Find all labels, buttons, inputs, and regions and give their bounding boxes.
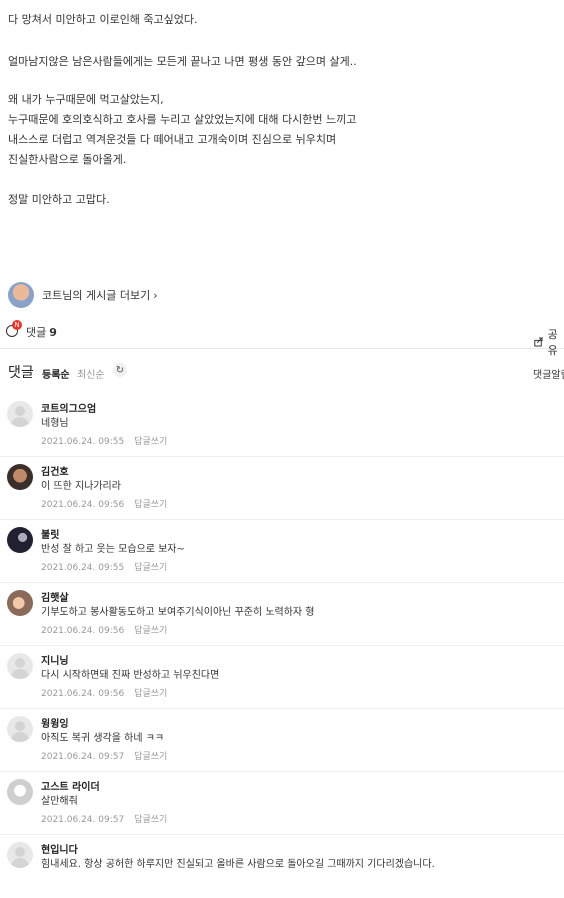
- comment-author[interactable]: 고스트 라이더: [41, 778, 100, 793]
- comment-date: 2021.06.24. 09:55: [41, 563, 125, 573]
- reply-button[interactable]: 답글쓰기: [134, 815, 167, 825]
- comment-text: 네형님: [41, 418, 69, 429]
- comment-date: 2021.06.24. 09:57: [41, 815, 125, 825]
- avatar[interactable]: [7, 716, 33, 742]
- comment-item: 김건호 이 뜨한 지나가리라 2021.06.24. 09:56 답글쓰기: [0, 457, 564, 520]
- post-line: 진실한사람으로 돌아올게.: [8, 153, 127, 166]
- comment-item: 지니닝 다시 시작하면돼 진짜 반성하고 뉘우친다면 2021.06.24. 0…: [0, 646, 564, 709]
- sort-registered-tab[interactable]: 등록순: [42, 366, 70, 381]
- post-line: 내스스로 더럽고 역겨운것들 다 떼어내고 고개숙이며 진심으로 뉘우치며: [8, 133, 337, 146]
- chevron-right-icon: ›: [153, 288, 158, 302]
- reply-button[interactable]: 답글쓰기: [134, 563, 167, 573]
- avatar[interactable]: [7, 464, 33, 490]
- comment-author[interactable]: 김햇살: [41, 589, 69, 604]
- author-more-label: 코트님의 게시글 더보기: [42, 289, 151, 302]
- avatar[interactable]: [7, 590, 33, 616]
- new-badge: N: [12, 320, 22, 330]
- post-line: 누구때문에 호의호식하고 호사를 누리고 살았었는지에 대해 다시한번 느끼고: [8, 113, 357, 126]
- reply-button[interactable]: 답글쓰기: [134, 437, 167, 447]
- post-line: 얼마남지않은 남은사람들에게는 모든게 끝나고 나면 평생 동안 갚으며 살게.…: [8, 55, 357, 68]
- sort-latest-tab[interactable]: 최신순: [77, 366, 105, 381]
- comments-header: 댓글 등록순 최신순 ↻ 댓글알림: [0, 360, 564, 382]
- comment-text: 이 뜨한 지나가리라: [41, 481, 121, 492]
- comment-text: 아직도 복귀 생각을 하네 ㅋㅋ: [41, 733, 165, 744]
- avatar[interactable]: [7, 527, 33, 553]
- comment-date: 2021.06.24. 09:56: [41, 626, 125, 636]
- comment-item: 김햇살 기부도하고 봉사활동도하고 보여주기식이아닌 꾸준히 노력하자 형 20…: [0, 583, 564, 646]
- avatar[interactable]: [7, 653, 33, 679]
- comment-icon: N: [6, 320, 22, 339]
- comment-author[interactable]: 현입니다: [41, 841, 78, 856]
- avatar[interactable]: [7, 842, 33, 868]
- avatar[interactable]: [7, 401, 33, 427]
- share-icon: [534, 337, 543, 347]
- comment-author[interactable]: 코트의그으엄: [41, 400, 96, 415]
- avatar[interactable]: [7, 779, 33, 805]
- author-more-link[interactable]: 코트님의 게시글 더보기 ›: [8, 282, 158, 308]
- post-actions: N 댓글 9 공유: [0, 318, 564, 357]
- comments-title: 댓글: [8, 365, 34, 381]
- comment-author[interactable]: 윙윙잉: [41, 715, 69, 730]
- comment-text: 힘내세요. 항상 공허한 하루지만 진실되고 올바른 사람으로 돌아오길 그때까…: [41, 859, 435, 870]
- post-line: 왜 내가 누구때문에 먹고살았는지,: [8, 93, 164, 106]
- comment-text: 반성 잘 하고 웃는 모습으로 보자~: [41, 544, 185, 555]
- comment-author[interactable]: 불릿: [41, 526, 59, 541]
- comment-author[interactable]: 지니닝: [41, 652, 69, 667]
- comment-item: 현입니다 힘내세요. 항상 공허한 하루지만 진실되고 올바른 사람으로 돌아오…: [0, 835, 564, 898]
- refresh-icon[interactable]: ↻: [113, 363, 127, 377]
- comment-item: 불릿 반성 잘 하고 웃는 모습으로 보자~ 2021.06.24. 09:55…: [0, 520, 564, 583]
- comment-text: 기부도하고 봉사활동도하고 보여주기식이아닌 꾸준히 노력하자 형: [41, 607, 315, 618]
- comment-text: 살만해줘: [41, 796, 78, 807]
- share-label: 공유: [547, 328, 558, 357]
- comment-date: 2021.06.24. 09:57: [41, 752, 125, 762]
- comment-toggle-button[interactable]: N 댓글 9: [6, 320, 57, 340]
- reply-button[interactable]: 답글쓰기: [134, 626, 167, 636]
- comment-item: 고스트 라이더 살만해줘 2021.06.24. 09:57 답글쓰기: [0, 772, 564, 835]
- comment-date: 2021.06.24. 09:56: [41, 500, 125, 510]
- post-line: 정말 미안하고 고맙다.: [8, 193, 110, 206]
- comment-date: 2021.06.24. 09:56: [41, 689, 125, 699]
- comment-notify-toggle[interactable]: 댓글알림: [533, 366, 564, 381]
- comment-item: 윙윙잉 아직도 복귀 생각을 하네 ㅋㅋ 2021.06.24. 09:57 답글…: [0, 709, 564, 772]
- post-line: 다 망쳐서 미안하고 이로인해 죽고싶었다.: [8, 13, 198, 26]
- comment-text: 다시 시작하면돼 진짜 반성하고 뉘우친다면: [41, 670, 220, 681]
- author-avatar: [8, 282, 34, 308]
- reply-button[interactable]: 답글쓰기: [134, 689, 167, 699]
- comment-item: 코트의그으엄 네형님 2021.06.24. 09:55 답글쓰기: [0, 394, 564, 457]
- comment-author[interactable]: 김건호: [41, 463, 69, 478]
- reply-button[interactable]: 답글쓰기: [134, 752, 167, 762]
- comment-date: 2021.06.24. 09:55: [41, 437, 125, 447]
- comment-label: 댓글: [26, 326, 47, 339]
- share-button[interactable]: 공유: [534, 326, 564, 358]
- reply-button[interactable]: 답글쓰기: [134, 500, 167, 510]
- comment-count: 9: [49, 325, 57, 339]
